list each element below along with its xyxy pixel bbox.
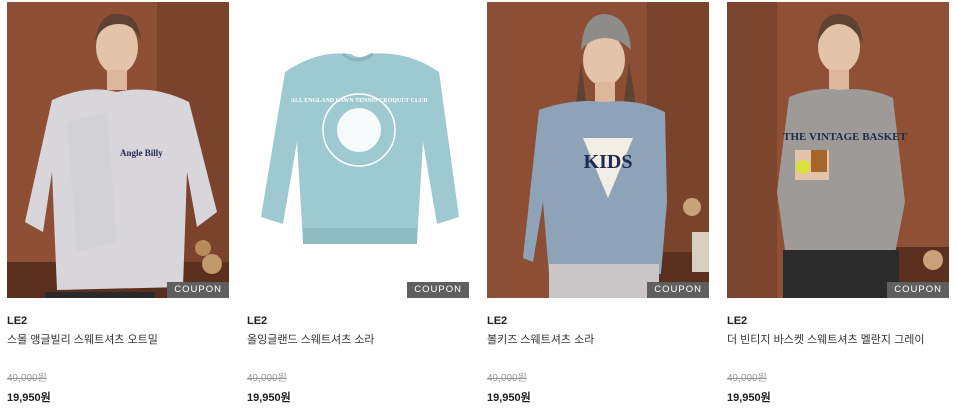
product-brand: LE2 <box>247 315 268 327</box>
chest-print: KIDS <box>584 151 633 173</box>
original-price: 49,000원 <box>7 373 47 384</box>
product-name[interactable]: 올잉글랜드 스웨트셔츠 소라 <box>247 333 469 347</box>
product-grid: Angle Billy COUPON LE2 스몰 앵글빌리 스웨트셔츠 오트밀… <box>0 0 957 417</box>
sale-price: 19,950원 <box>7 392 51 404</box>
model-photo-melange-grey-sweatshirt: THE VINTAGE BASKET <box>727 2 949 298</box>
product-image[interactable]: THE VINTAGE BASKET COUPON <box>727 2 949 298</box>
product-brand: LE2 <box>727 315 748 327</box>
sale-price: 19,950원 <box>487 392 531 404</box>
product-card[interactable]: THE VINTAGE BASKET COUPON LE2 더 빈티지 바스켓 … <box>727 2 949 405</box>
chest-print: THE VINTAGE BASKET <box>783 131 907 143</box>
chest-print: ALL ENGLAND LAWN TENNIS CROQUET CLUB <box>291 98 428 104</box>
sale-price: 19,950원 <box>247 392 291 404</box>
product-card[interactable]: ALL ENGLAND LAWN TENNIS CROQUET CLUB COU… <box>247 2 469 405</box>
coupon-badge: COUPON <box>167 282 229 298</box>
coupon-badge: COUPON <box>647 282 709 298</box>
product-brand: LE2 <box>7 315 28 327</box>
original-price: 49,000원 <box>487 373 527 384</box>
product-name[interactable]: 볼키즈 스웨트셔츠 소라 <box>487 333 709 347</box>
original-price: 49,000원 <box>247 373 287 384</box>
sale-price: 19,950원 <box>727 392 771 404</box>
original-price: 49,000원 <box>727 373 767 384</box>
model-photo-oatmeal-sweatshirt: Angle Billy <box>7 2 229 298</box>
product-name[interactable]: 스몰 앵글빌리 스웨트셔츠 오트밀 <box>7 333 229 347</box>
product-card[interactable]: KIDS COUPON LE2 볼키즈 스웨트셔츠 소라 49,000원 19,… <box>487 2 709 405</box>
model-photo-sky-kids-sweatshirt: KIDS <box>487 2 709 298</box>
product-image[interactable]: Angle Billy COUPON <box>7 2 229 298</box>
chest-print: Angle Billy <box>120 148 163 158</box>
product-image[interactable]: ALL ENGLAND LAWN TENNIS CROQUET CLUB COU… <box>247 2 469 298</box>
flat-photo-sky-sweatshirt: ALL ENGLAND LAWN TENNIS CROQUET CLUB <box>247 2 469 298</box>
product-card[interactable]: Angle Billy COUPON LE2 스몰 앵글빌리 스웨트셔츠 오트밀… <box>7 2 229 405</box>
product-brand: LE2 <box>487 315 508 327</box>
coupon-badge: COUPON <box>887 282 949 298</box>
product-name[interactable]: 더 빈티지 바스켓 스웨트셔츠 멜란지 그레이 <box>727 333 949 347</box>
coupon-badge: COUPON <box>407 282 469 298</box>
product-image[interactable]: KIDS COUPON <box>487 2 709 298</box>
